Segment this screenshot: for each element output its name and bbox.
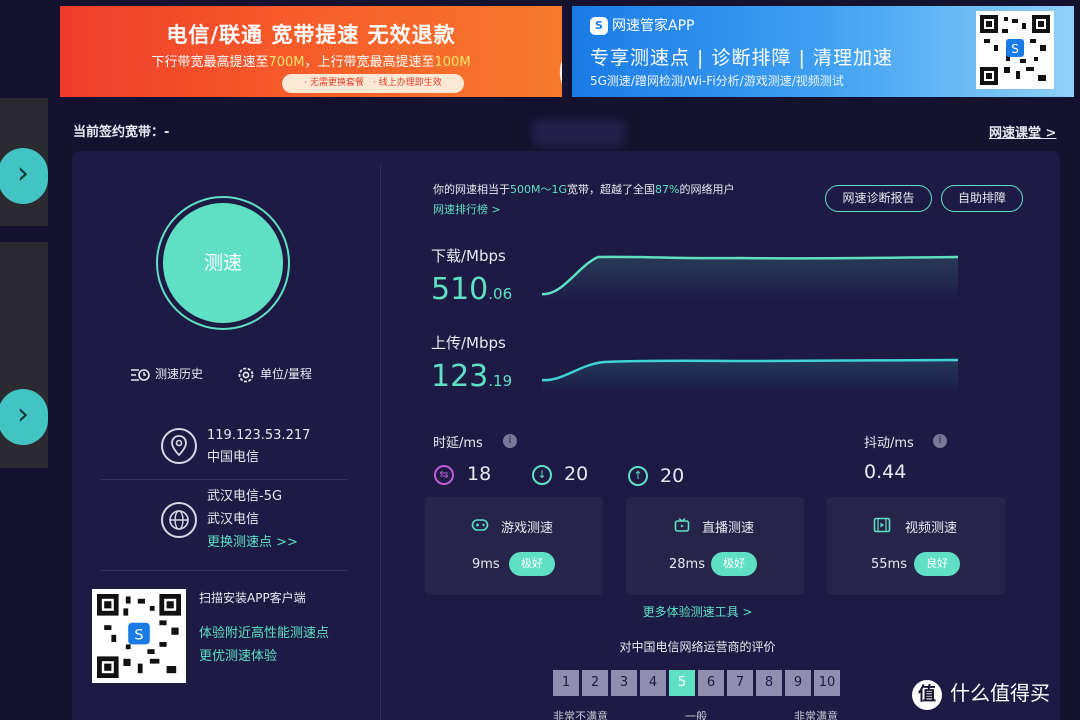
rating-option-2[interactable]: 2 [582,670,608,696]
rating-option-3[interactable]: 3 [611,670,637,696]
contract-bandwidth: 当前签约宽带：- [73,125,170,140]
rating-option-4[interactable]: 4 [640,670,666,696]
arrow-down-icon: ↓ [532,465,552,485]
change-server-link[interactable]: 更换测速点 >> [207,532,298,554]
app-name: 网速管家APP [612,18,695,34]
history-label: 测速历史 [155,367,204,381]
rating-option-10[interactable]: 10 [814,670,840,696]
tool-name: 视频测速 [904,521,957,536]
app-features: 5G测速/蹭网检测/Wi-Fi分析/游戏测速/视频测试 [590,74,844,88]
history-button[interactable]: 测速历史 [130,365,203,383]
chevron-right-icon[interactable]: › [0,389,48,445]
upload-label: 上传/Mbps [431,334,506,352]
rating-option-9[interactable]: 9 [785,670,811,696]
rating-badge: 极好 [509,552,555,576]
info-icon[interactable]: i [933,434,947,448]
jitter-value: 0.44 [864,461,907,483]
download-value: 510.06 [431,272,513,307]
promo-banner-broadband[interactable]: 电信/联通 宽带提速 无效退款 下行带宽最高提速至700M，上行带宽最高提速至1… [60,6,562,97]
live-test-card[interactable]: 直播测速 28ms 极好 [626,497,804,595]
rating-option-6[interactable]: 6 [698,670,724,696]
gear-icon [238,367,254,382]
divider [100,570,348,571]
rating-option-8[interactable]: 8 [756,670,782,696]
svg-text:S: S [1011,42,1019,56]
watermark-text: 什么值得买 [950,681,1050,705]
upload-value: 123.19 [431,359,513,394]
unit-range-label: 单位/量程 [260,367,313,381]
watermark: 值什么值得买 [912,677,1050,710]
isp-name: 中国电信 [207,450,260,465]
rating-badge: 良好 [914,552,960,576]
qr-code-icon: S [976,11,1054,89]
location-pin-icon [161,428,197,464]
promo-banner-title: 电信/联通 宽带提速 无效退款 [166,23,456,47]
rating-option-7[interactable]: 7 [727,670,753,696]
start-test-button[interactable]: 测速 [163,203,283,323]
promo-banner-app[interactable]: S 网速管家APP 专享测速点 | 诊断排障 | 清理加速 5G测速/蹭网检测/… [572,6,1074,97]
unit-range-button[interactable]: 单位/量程 [237,365,312,384]
swap-icon: ⇆ [434,465,454,485]
speed-summary: 你的网速相当于500M～1G宽带，超越了全国87%的网络用户 [433,183,735,196]
rating-badge: 极好 [711,552,757,576]
diagnosis-report-button[interactable]: 网速诊断报告 [825,185,932,212]
server-isp: 武汉电信 [207,512,260,527]
rating-option-1[interactable]: 1 [553,670,579,696]
app-headline: 专享测速点 | 诊断排障 | 清理加速 [590,47,893,69]
promo-banner-subtitle: 下行带宽最高提速至700M，上行带宽最高提速至100M [151,55,471,70]
globe-icon [161,502,197,538]
tool-value: 55ms [871,557,907,572]
more-tools-link[interactable]: 更多体验测速工具 > [0,603,1080,620]
ip-address: 119.123.53.217 [207,428,311,443]
upload-curve [541,358,959,392]
tool-value: 28ms [669,557,705,572]
latency-label: 时延/ms [433,436,483,451]
tool-name: 游戏测速 [500,521,553,536]
self-troubleshoot-button[interactable]: 自助排障 [941,185,1023,212]
app-logo-icon: S [590,17,608,35]
latency-download-value: 20 [564,463,589,485]
info-icon[interactable]: i [503,434,517,448]
download-label: 下载/Mbps [431,247,506,265]
arrow-up-icon: ↑ [628,466,648,486]
blurred-region [533,120,625,146]
server-name: 武汉电信-5G [207,489,283,504]
rating-title: 对中国电信网络运营商的评价 [619,640,776,654]
rating-low-label: 非常不满意 [553,710,608,720]
tool-name: 直播测速 [701,521,754,536]
divider [100,479,348,480]
column-divider [380,165,381,720]
game-test-card[interactable]: 游戏测速 9ms 极好 [425,497,603,595]
promo-banner-chips: · 无需更换套餐 · 线上办理即生效 [282,74,464,93]
rating-scale: 1 2 3 4 5 6 7 8 9 10 [553,670,843,698]
latency-idle-value: 18 [467,463,492,485]
video-test-card[interactable]: 视频测速 55ms 良好 [827,497,1005,595]
rating-mid-label: 一般 [685,710,707,720]
tool-value: 9ms [472,557,500,572]
watermark-logo-icon: 值 [912,679,942,710]
jitter-label: 抖动/ms [864,436,914,451]
rating-high-label: 非常满意 [794,710,838,720]
chevron-right-icon[interactable]: › [0,148,48,204]
latency-upload-value: 20 [660,465,685,487]
speed-course-link[interactable]: 网速课堂 > [989,122,1056,141]
rocket-icon [559,61,562,84]
history-icon [131,368,150,381]
download-curve [541,255,959,302]
ranking-link[interactable]: 网速排行榜 > [433,201,501,217]
rating-option-5[interactable]: 5 [669,670,695,696]
